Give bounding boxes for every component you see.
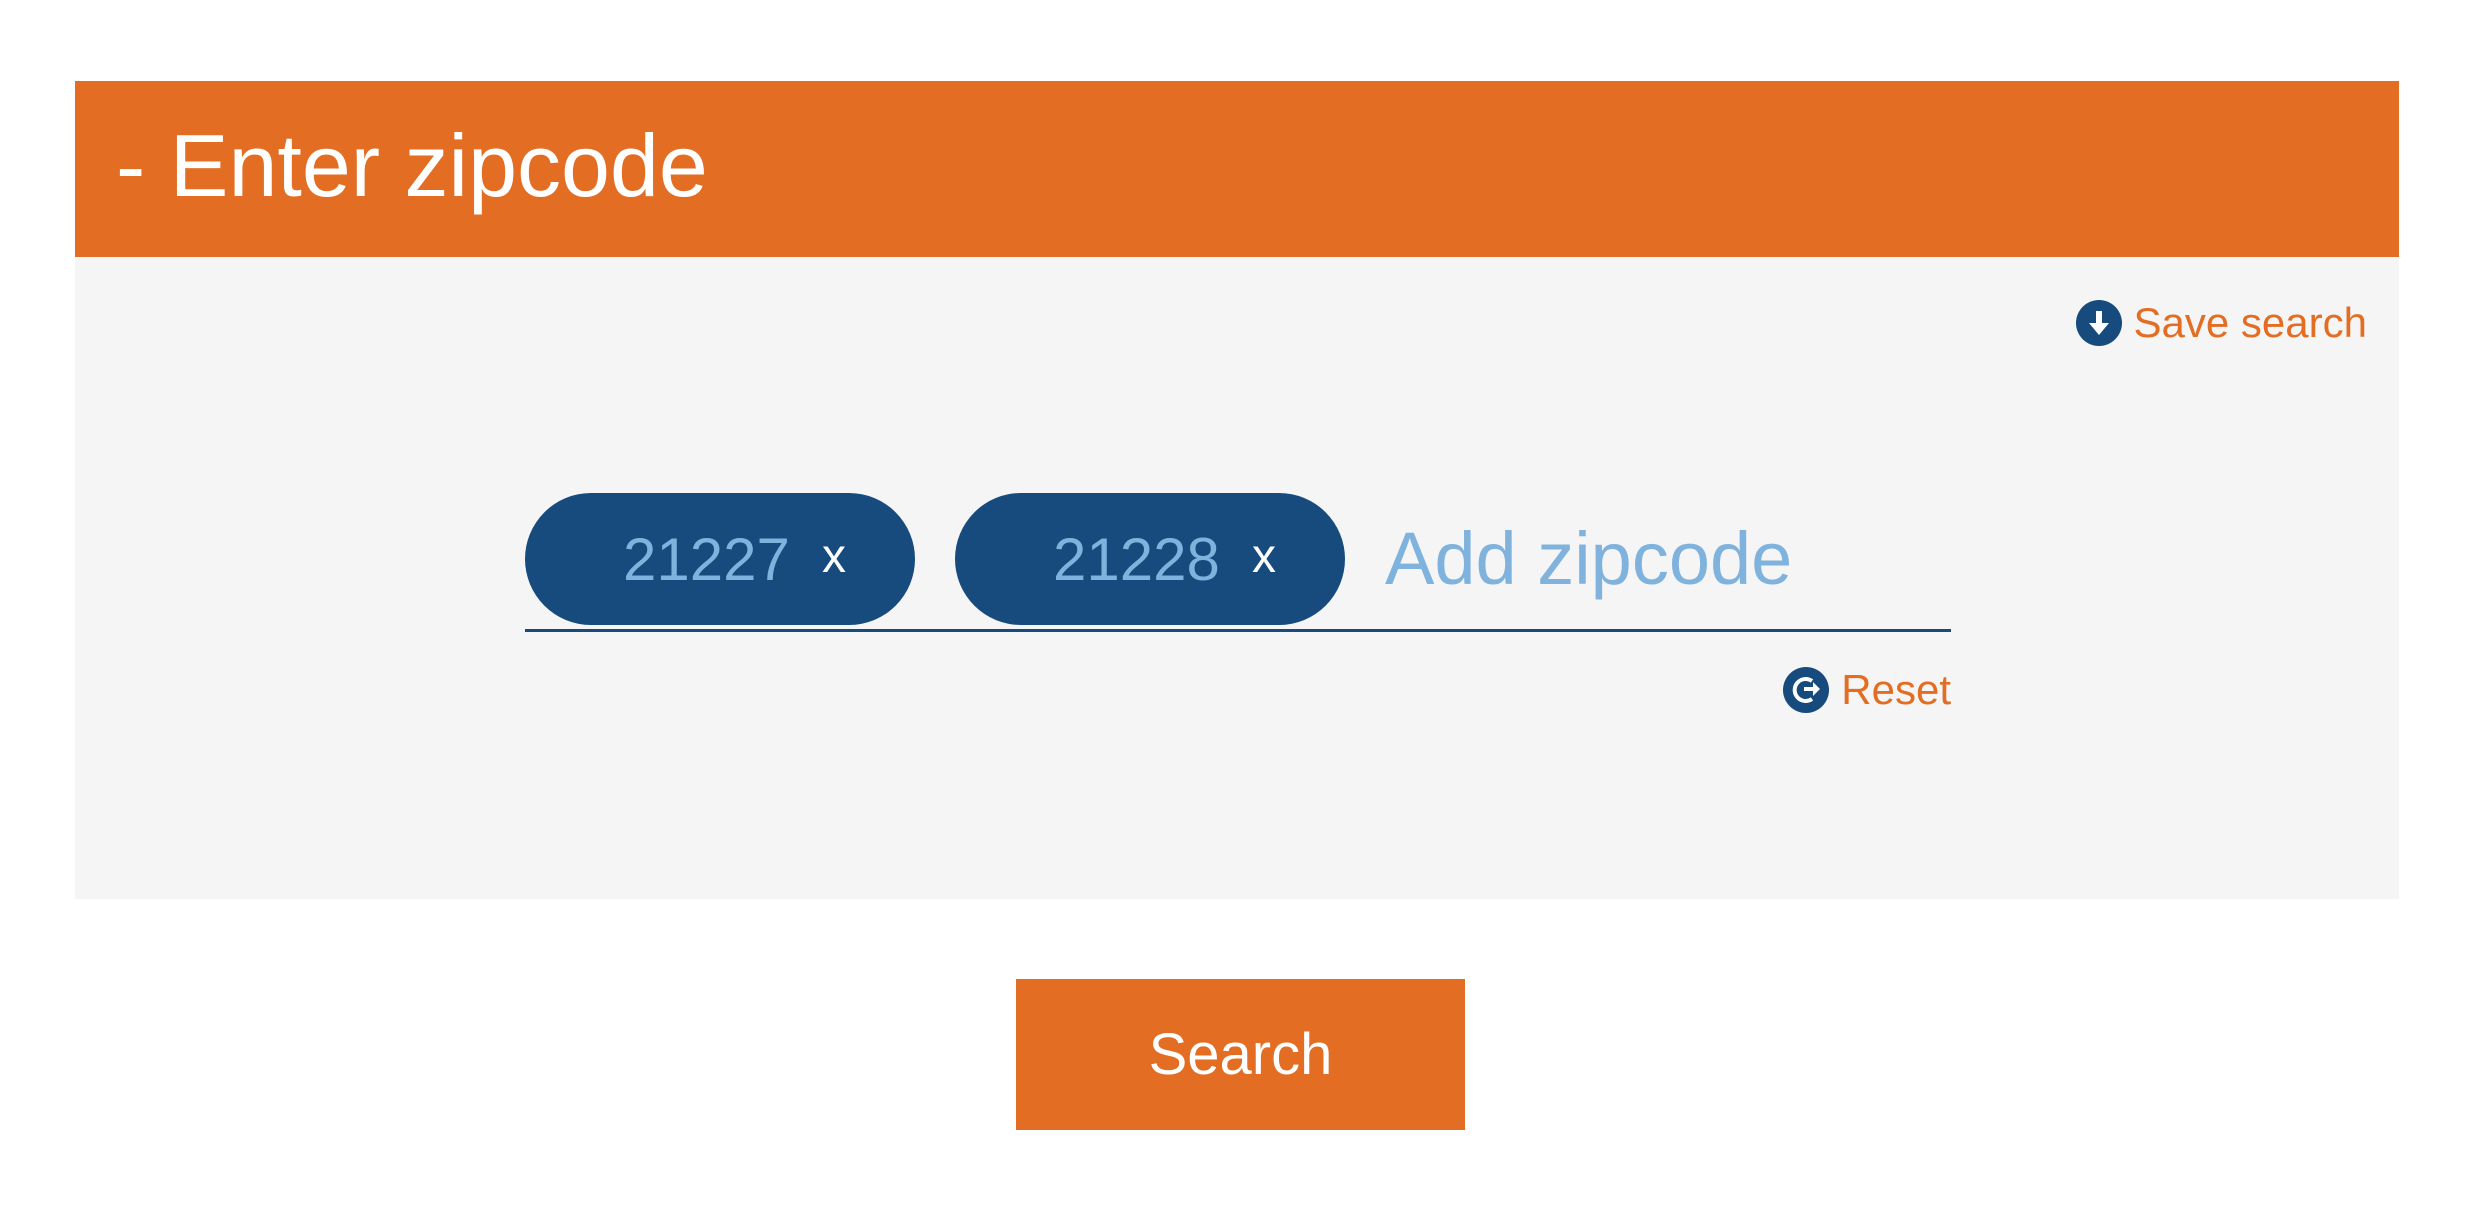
zipcode-chip: 21228 x — [955, 493, 1345, 625]
zipcode-chip: 21227 x — [525, 493, 915, 625]
zipcode-chip-value: 21228 — [1053, 525, 1220, 593]
save-search-link[interactable]: Save search — [2075, 299, 2367, 347]
reset-arrow-icon — [1783, 667, 1830, 713]
zipcode-panel: - Enter zipcode Save search 21227 x 2122… — [75, 81, 2399, 899]
panel-header[interactable]: - Enter zipcode — [75, 81, 2399, 257]
zipcode-field[interactable]: 21227 x 21228 x — [525, 493, 1951, 632]
add-zipcode-input[interactable] — [1385, 503, 1925, 613]
remove-zipcode-button[interactable]: x — [822, 533, 846, 581]
reset-label: Reset — [1841, 666, 1951, 713]
search-button[interactable]: Search — [1016, 979, 1465, 1130]
remove-zipcode-button[interactable]: x — [1252, 533, 1276, 581]
download-arrow-icon — [2075, 300, 2122, 346]
reset-link[interactable]: Reset — [1783, 666, 1951, 714]
panel-title: - Enter zipcode — [116, 116, 708, 215]
zipcode-chip-value: 21227 — [623, 525, 790, 593]
save-search-label: Save search — [2133, 299, 2367, 346]
